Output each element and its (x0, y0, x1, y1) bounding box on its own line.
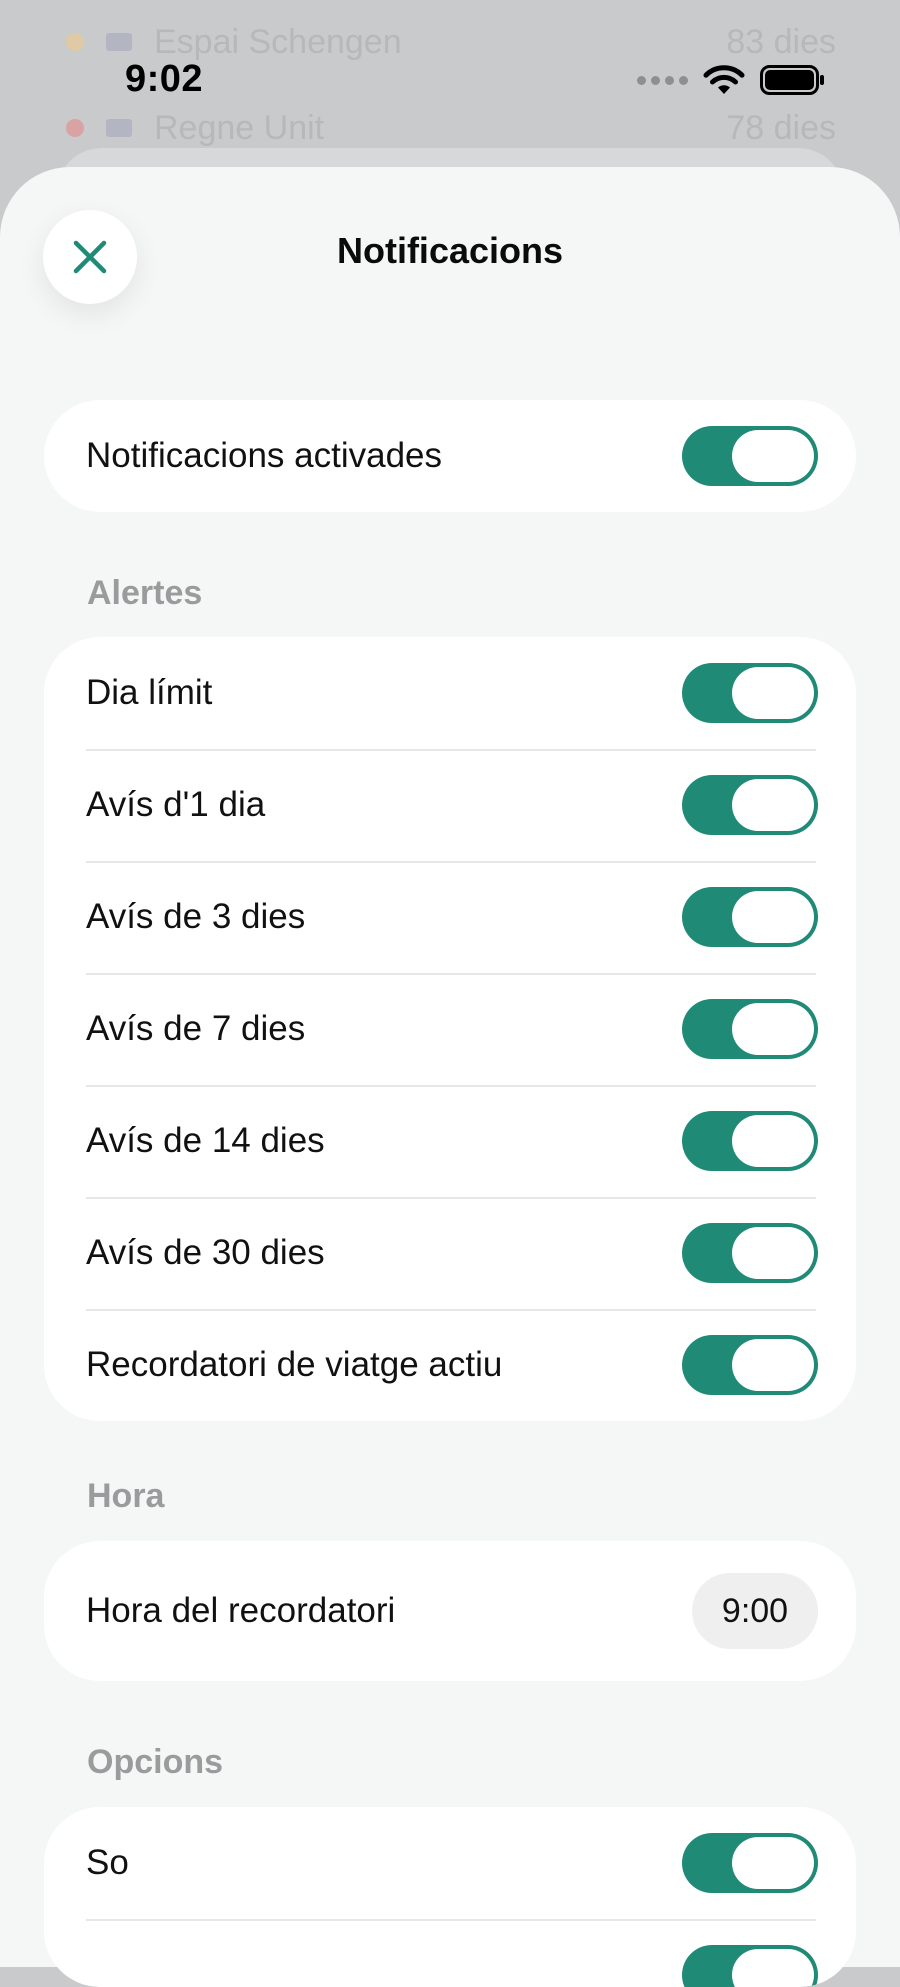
toggle-knob (732, 1003, 814, 1055)
notifications-enabled-toggle[interactable] (682, 426, 818, 486)
reminder-time-picker[interactable]: 9:00 (692, 1573, 818, 1649)
notifications-enabled-row: Notificacions activades (44, 400, 856, 512)
toggle-knob (732, 1115, 814, 1167)
status-bar-indicators (637, 64, 826, 96)
reminder-time-label: Hora del recordatori (86, 1591, 396, 1630)
background-row-days: 78 dies (726, 108, 836, 147)
14-days-warning-toggle[interactable] (682, 1111, 818, 1171)
alert-label: Avís de 7 dies (86, 1009, 306, 1048)
alert-label: Dia límit (86, 673, 213, 712)
option-row-partial (44, 1919, 856, 1987)
alert-row-14-days: Avís de 14 dies (44, 1085, 856, 1197)
30-days-warning-toggle[interactable] (682, 1223, 818, 1283)
sheet-title: Notificacions (336, 230, 564, 271)
toggle-knob (732, 1837, 814, 1889)
alert-row-active-trip: Recordatori de viatge actiu (44, 1309, 856, 1421)
section-header-time: Hora (87, 1477, 165, 1515)
background-row: Espai Schengen 83 dies (66, 22, 836, 62)
section-header-alerts: Alertes (87, 574, 203, 612)
toggle-knob (732, 1339, 814, 1391)
alert-label: Avís de 14 dies (86, 1121, 325, 1160)
alert-label: Recordatori de viatge actiu (86, 1345, 503, 1384)
toggle-knob (732, 667, 814, 719)
background-row-label: Espai Schengen (154, 22, 402, 61)
section-header-options: Opcions (87, 1743, 224, 1781)
flag-icon (106, 33, 132, 51)
wifi-icon (703, 65, 745, 94)
option-toggle[interactable] (682, 1945, 818, 1987)
toggle-knob (732, 1949, 814, 1987)
alert-row-30-days: Avís de 30 dies (44, 1197, 856, 1309)
option-row-sound: So (44, 1807, 856, 1919)
options-card: So (44, 1807, 856, 1987)
alert-label: Avís de 30 dies (86, 1233, 325, 1272)
reminder-time-row: Hora del recordatori 9:00 (44, 1541, 856, 1681)
status-bar-time: 9:02 (125, 58, 204, 100)
battery-icon (760, 65, 824, 95)
toggle-knob (732, 430, 814, 482)
deadline-toggle[interactable] (682, 663, 818, 723)
background-row-label: Regne Unit (154, 108, 325, 147)
background-row-days: 83 dies (726, 22, 836, 61)
1-day-warning-toggle[interactable] (682, 775, 818, 835)
status-dot (66, 33, 84, 51)
background-row: Regne Unit 78 dies (66, 108, 836, 148)
active-trip-reminder-toggle[interactable] (682, 1335, 818, 1395)
notifications-enabled-label: Notificacions activades (86, 436, 442, 475)
flag-icon (106, 119, 132, 137)
alert-row-7-days: Avís de 7 dies (44, 973, 856, 1085)
toggle-knob (732, 1227, 814, 1279)
cellular-signal-icon (637, 75, 688, 85)
alert-label: Avís de 3 dies (86, 897, 306, 936)
toggle-knob (732, 891, 814, 943)
sound-toggle[interactable] (682, 1833, 818, 1893)
alerts-card: Dia límit Avís d'1 dia Avís de 3 dies Av… (44, 637, 856, 1421)
3-days-warning-toggle[interactable] (682, 887, 818, 947)
alert-row-1-day: Avís d'1 dia (44, 749, 856, 861)
status-dot (66, 119, 84, 137)
alert-row-deadline: Dia límit (44, 637, 856, 749)
7-days-warning-toggle[interactable] (682, 999, 818, 1059)
time-card: Hora del recordatori 9:00 (44, 1541, 856, 1681)
option-label: So (86, 1843, 129, 1882)
alert-label: Avís d'1 dia (86, 785, 266, 824)
toggle-knob (732, 779, 814, 831)
master-toggle-card: Notificacions activades (44, 400, 856, 512)
alert-row-3-days: Avís de 3 dies (44, 861, 856, 973)
